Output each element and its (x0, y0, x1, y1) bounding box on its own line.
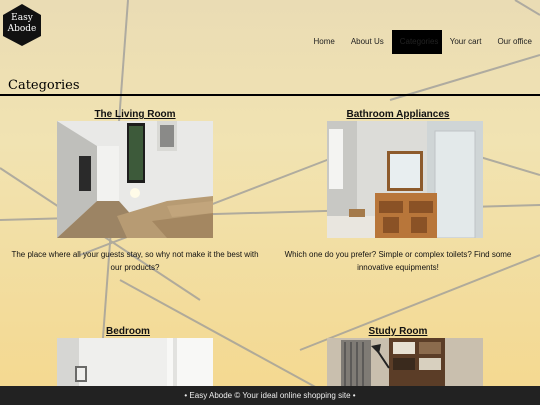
bedroom-image[interactable] (57, 338, 213, 386)
bathroom-image[interactable] (327, 121, 483, 238)
page-title: Categories (8, 78, 80, 93)
main-nav: Home About Us Categories Your cart Our o… (305, 30, 540, 54)
nav-your-cart[interactable]: Your cart (442, 30, 490, 54)
nav-home[interactable]: Home (305, 30, 342, 54)
study-room-image[interactable] (327, 338, 483, 386)
category-card-study-room: Study Room (270, 326, 526, 337)
category-desc-bathroom: Which one do you prefer? Simple or compl… (284, 250, 512, 272)
brand-name: Easy Abode (2, 13, 42, 35)
category-card-bedroom: Bedroom (0, 326, 256, 337)
nav-about-us[interactable]: About Us (343, 30, 392, 54)
nav-our-office[interactable]: Our office (489, 30, 540, 54)
brand-logo[interactable]: Easy Abode (2, 3, 42, 47)
nav-categories[interactable]: Categories (391, 30, 442, 54)
brand-name-line1: Easy (11, 13, 33, 23)
category-card-living-room: The Living Room (0, 109, 270, 120)
category-title-living-room[interactable]: The Living Room (0, 109, 270, 120)
category-title-bathroom[interactable]: Bathroom Appliances (270, 109, 526, 120)
category-title-study-room[interactable]: Study Room (270, 326, 526, 337)
brand-name-line2: Abode (7, 24, 37, 34)
site-footer: • Easy Abode © Your ideal online shoppin… (0, 386, 540, 405)
category-title-bedroom[interactable]: Bedroom (0, 326, 256, 337)
site-header: Easy Abode Home About Us Categories Your… (0, 0, 540, 62)
category-desc-living-room: The place where all your guests stay, so… (11, 250, 259, 272)
living-room-image[interactable] (57, 121, 213, 238)
title-divider (0, 94, 540, 96)
category-card-bathroom: Bathroom Appliances (270, 109, 526, 120)
